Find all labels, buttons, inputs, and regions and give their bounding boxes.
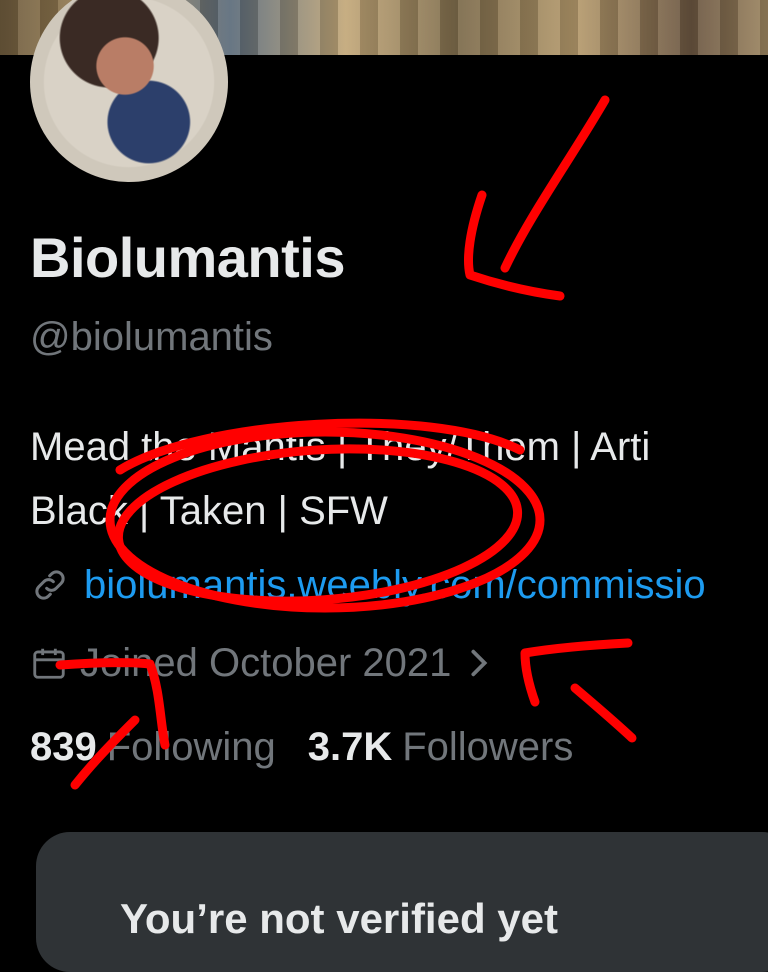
- followers-label: Followers: [402, 725, 574, 769]
- arrow-to-name: [500, 95, 610, 273]
- following-link[interactable]: 839 Following: [30, 725, 276, 770]
- arrow-chevron: [520, 638, 633, 707]
- followers-link[interactable]: 3.7K Followers: [308, 725, 574, 770]
- handle: @biolumantis: [30, 315, 273, 359]
- website-link[interactable]: biolumantis.weebly.com/commissio: [30, 560, 706, 610]
- arrow-chevron-tail: [570, 683, 637, 743]
- display-name: Biolumantis: [30, 226, 345, 289]
- bio: Mead the Mantis | They/Them | Arti Black…: [30, 415, 768, 543]
- follow-stats: 839 Following 3.7K Followers: [30, 725, 573, 770]
- link-icon: [35, 570, 65, 600]
- followers-count: 3.7K: [307, 725, 393, 769]
- following-label: Following: [106, 725, 276, 769]
- bio-line-2: Black | Taken | SFW: [30, 489, 388, 533]
- avatar-image: [30, 0, 228, 182]
- calendar-icon: [33, 648, 65, 679]
- arrow-to-name-head: [464, 190, 565, 301]
- website-link-text[interactable]: biolumantis.weebly.com/commissio: [84, 563, 706, 608]
- verification-card-title: You’re not verified yet: [120, 895, 558, 942]
- joined-text: Joined October 2021: [80, 640, 452, 685]
- joined-date[interactable]: Joined October 2021: [30, 638, 493, 688]
- bio-line-1: Mead the Mantis | They/Them | Arti: [30, 425, 651, 469]
- following-count: 839: [30, 725, 97, 769]
- chevron-right-icon[interactable]: [465, 646, 493, 680]
- avatar[interactable]: [24, 0, 234, 190]
